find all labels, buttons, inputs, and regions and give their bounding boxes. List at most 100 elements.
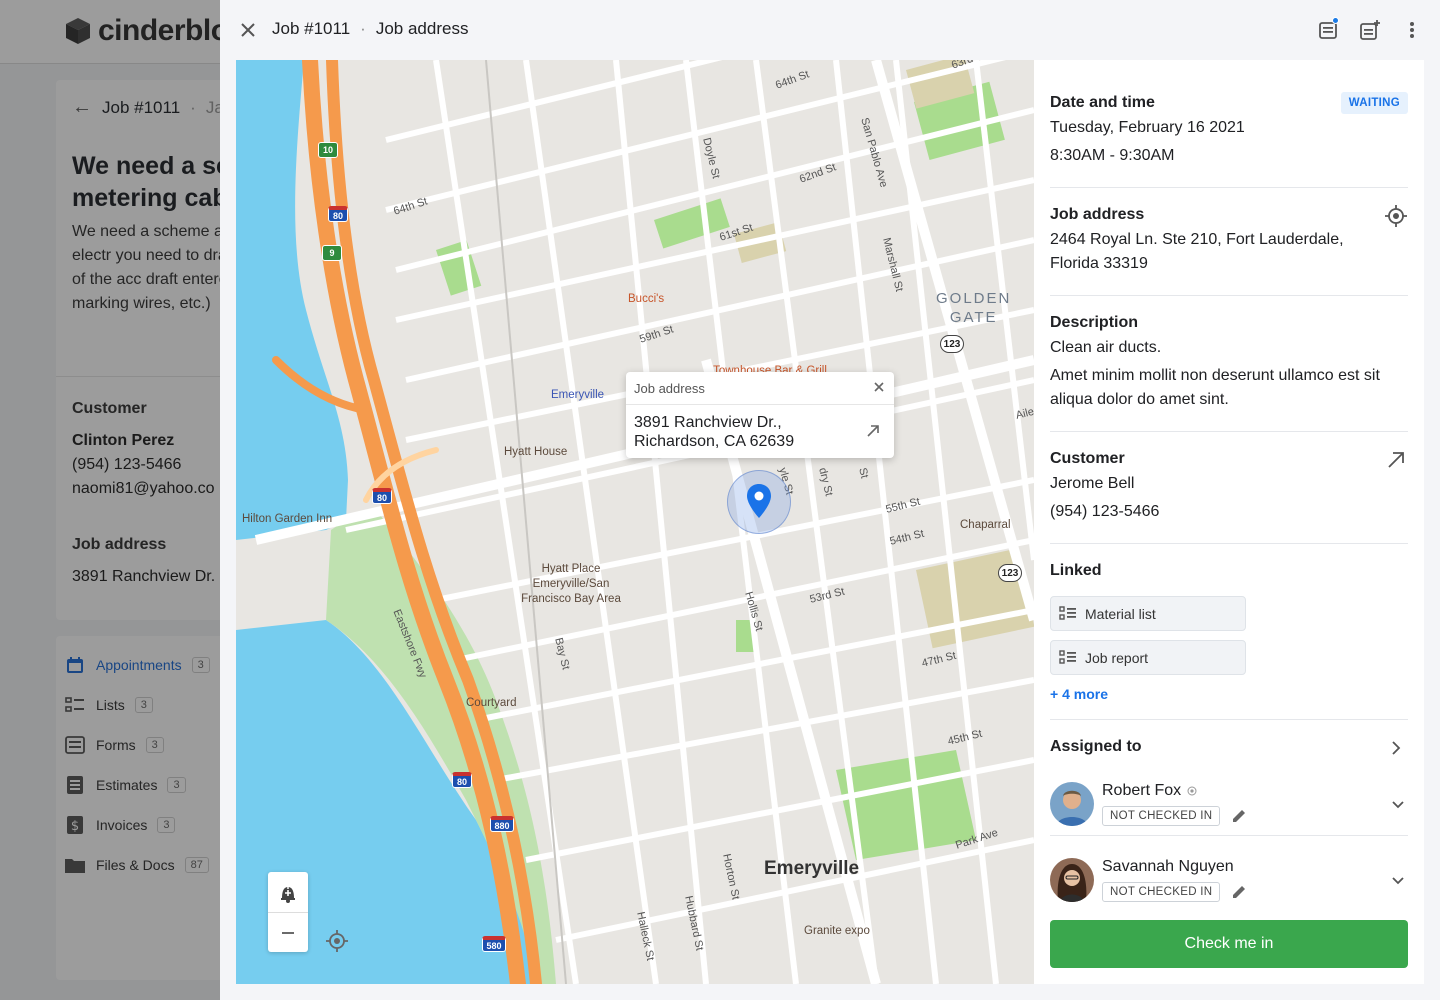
customer-name[interactable]: Jerome Bell <box>1050 472 1408 496</box>
linked-item-job-report[interactable]: Job report <box>1050 640 1246 675</box>
avatar <box>1050 858 1094 902</box>
job-details-panel: Date and time Tuesday, February 16 2021 … <box>1034 60 1424 984</box>
more-button[interactable] <box>1400 16 1424 44</box>
assignee-row: Robert Fox NOT CHECKED IN <box>1050 782 1408 838</box>
section-title: Description <box>1050 314 1139 331</box>
date-value: Tuesday, February 16 2021 <box>1050 119 1245 136</box>
breadcrumb-separator: · <box>360 19 366 38</box>
assigned-section[interactable]: Assigned to <box>1050 738 1408 756</box>
assignee-name: Robert Fox <box>1102 782 1197 800</box>
section-title: Linked <box>1050 562 1102 579</box>
linked-item-label: Material list <box>1085 605 1156 622</box>
chevron-right-icon[interactable] <box>1384 736 1408 760</box>
customer-phone[interactable]: (954) 123-5466 <box>1050 500 1408 524</box>
status-badge: NOT CHECKED IN <box>1102 806 1221 826</box>
interstate-shield: 880 <box>490 816 514 832</box>
status-badge: NOT CHECKED IN <box>1102 882 1221 902</box>
popup-address: 3891 Ranchview Dr., Richardson, CA 62639 <box>634 413 794 451</box>
time-value: 8:30AM - 9:30AM <box>1050 147 1175 164</box>
state-route-shield: 123 <box>998 564 1022 582</box>
linked-item-material-list[interactable]: Material list <box>1050 596 1246 631</box>
address-section: Job address 2464 Royal Ln. Ste 210, Fort… <box>1050 206 1408 276</box>
chevron-down-icon[interactable] <box>1388 870 1408 890</box>
description-section: Description Clean air ducts. Amet minim … <box>1050 314 1408 412</box>
header-actions <box>1316 16 1424 44</box>
add-note-icon <box>1360 20 1380 40</box>
divider <box>1050 187 1408 188</box>
open-external-icon[interactable] <box>864 422 882 440</box>
breadcrumb-page: Job address <box>375 19 469 38</box>
interstate-shield: 580 <box>482 936 506 952</box>
section-title: Assigned to <box>1050 738 1142 755</box>
checklist-icon <box>1059 605 1076 620</box>
poi-emeryville-station[interactable]: Emeryville <box>551 388 604 403</box>
route-shield: 10 <box>318 142 338 158</box>
customer-section: Customer Jerome Bell (954) 123-5466 <box>1050 450 1408 524</box>
zoom-in-button[interactable] <box>268 872 308 912</box>
poi-courtyard[interactable]: Courtyard <box>466 696 517 711</box>
show-more-link[interactable]: + 4 more <box>1050 686 1108 702</box>
close-icon[interactable] <box>872 380 886 394</box>
poi-chaparral[interactable]: Chaparral <box>960 518 1011 533</box>
divider <box>1050 543 1408 544</box>
map-canvas <box>236 60 1034 984</box>
district-label-line: GATE <box>949 309 998 326</box>
section-title: Customer <box>1050 450 1125 467</box>
address-line: Florida 33319 <box>1050 255 1148 272</box>
status-badge: WAITING <box>1340 92 1408 114</box>
assignee-name: Savannah Nguyen <box>1102 858 1234 875</box>
interstate-shield: 80 <box>328 206 348 222</box>
linked-section: Linked <box>1050 562 1408 580</box>
route-shield: 9 <box>322 245 342 261</box>
district-label-line: GOLDEN <box>936 290 1012 307</box>
divider <box>1050 431 1408 432</box>
description-line: Clean air ducts. <box>1050 339 1162 356</box>
divider <box>1050 835 1408 836</box>
poi-buccis[interactable]: Bucci's <box>628 292 664 307</box>
popup-address-line: Richardson, CA 62639 <box>634 433 795 450</box>
interstate-shield: 80 <box>372 488 392 504</box>
notes-button[interactable] <box>1316 16 1340 44</box>
zoom-in-icon <box>281 883 295 903</box>
linked-item-label: Job report <box>1085 649 1149 666</box>
divider <box>1050 719 1408 720</box>
notification-dot <box>1332 17 1339 24</box>
check-in-button[interactable]: Check me in <box>1050 920 1408 968</box>
divider <box>1050 295 1408 296</box>
city-label: Emeryville <box>764 858 860 879</box>
more-vertical-icon <box>1410 22 1414 38</box>
zoom-out-button[interactable] <box>268 913 308 953</box>
poi-hilton[interactable]: Hilton Garden Inn <box>242 512 332 527</box>
modal-header: Job #1011 · Job address <box>220 0 1440 60</box>
popup-address-line: 3891 Ranchview Dr., <box>634 414 782 431</box>
location-dot-icon <box>1187 786 1197 796</box>
checklist-icon <box>1059 649 1076 664</box>
district-label: GOLDEN GATE <box>936 289 1011 327</box>
pencil-icon[interactable] <box>1230 807 1248 825</box>
chevron-down-icon[interactable] <box>1388 794 1408 814</box>
avatar <box>1050 782 1094 826</box>
zoom-control <box>268 872 308 952</box>
open-external-icon[interactable] <box>1384 448 1408 472</box>
popup-title: Job address <box>634 381 705 396</box>
section-title: Job address <box>1050 206 1145 223</box>
map-view[interactable]: 10 9 80 80 80 880 580 123 123 64th St 63… <box>236 60 1034 984</box>
poi-hyatt-place[interactable]: Hyatt Place Emeryville/San Francisco Bay… <box>512 562 630 607</box>
state-route-shield: 123 <box>940 335 964 353</box>
locate-icon[interactable] <box>1384 204 1408 228</box>
pencil-icon[interactable] <box>1230 883 1248 901</box>
interstate-shield: 80 <box>452 772 472 788</box>
breadcrumb: Job #1011 · Job address <box>272 19 468 39</box>
poi-granite-expo[interactable]: Granite expo <box>804 924 870 939</box>
locate-me-icon[interactable] <box>324 928 350 954</box>
poi-hyatt-house[interactable]: Hyatt House <box>504 445 567 460</box>
job-address-modal: Job #1011 · Job address 10 9 80 80 80 88… <box>220 0 1440 1000</box>
map-pin-icon[interactable] <box>747 484 771 518</box>
address-popup: Job address 3891 Ranchview Dr., Richards… <box>626 372 894 458</box>
assignee-row: Savannah Nguyen NOT CHECKED IN <box>1050 858 1408 914</box>
close-button[interactable] <box>236 18 260 42</box>
add-note-button[interactable] <box>1358 16 1382 44</box>
zoom-out-icon <box>282 932 294 934</box>
breadcrumb-job[interactable]: Job #1011 <box>272 19 350 39</box>
close-icon <box>241 23 255 37</box>
